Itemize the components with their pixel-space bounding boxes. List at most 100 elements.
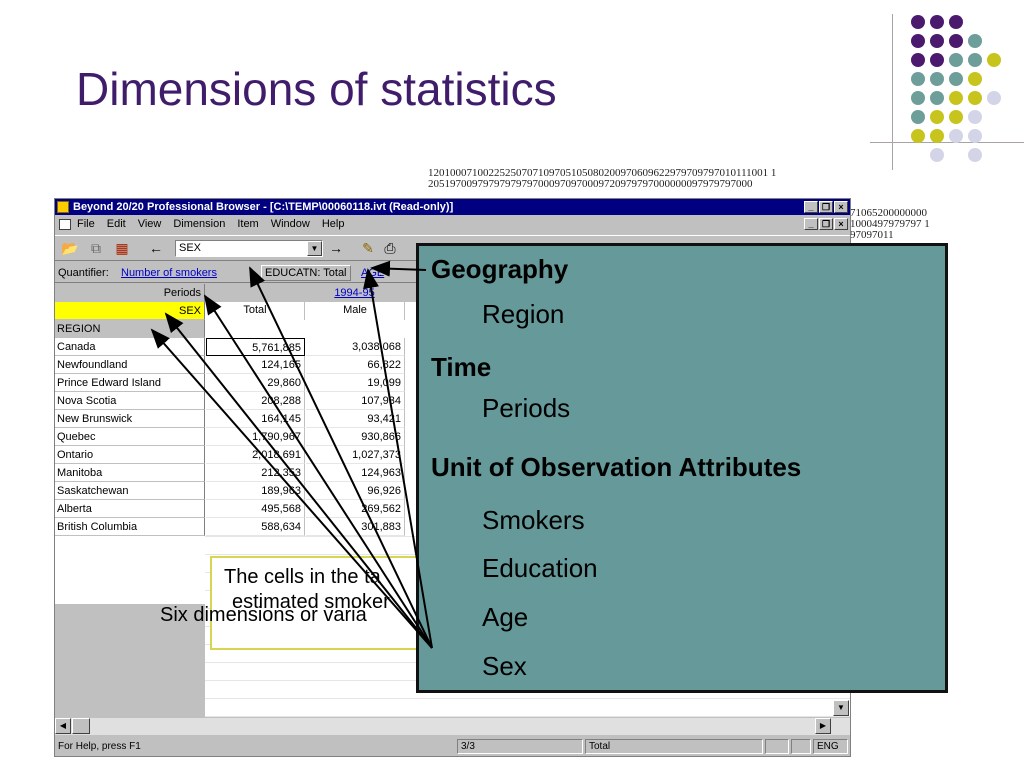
male-cell[interactable]: 107,934 (306, 392, 405, 410)
scroll-thumb[interactable] (72, 718, 90, 734)
total-cell[interactable]: 208,288 (206, 392, 305, 410)
menu-window[interactable]: Window (271, 216, 310, 233)
grid-line (205, 716, 850, 717)
note-line-1: The cells in the ta (224, 566, 381, 588)
decorative-dot (911, 15, 925, 29)
status-help-text: For Help, press F1 (58, 741, 141, 752)
male-cell[interactable]: 124,963 (306, 464, 405, 482)
age-dimension-value: : T (379, 267, 392, 279)
region-row-label[interactable]: British Columbia (55, 518, 205, 536)
total-cell[interactable]: 124,165 (206, 356, 305, 374)
education-dimension[interactable]: EDUCATN: Total (261, 265, 351, 281)
region-row-label[interactable]: Alberta (55, 500, 205, 518)
six-dimensions-caption: Six dimensions or varia (160, 604, 367, 626)
binary-code-text: 1201000710022525070710970510508020097060… (428, 168, 1024, 190)
horizontal-scrollbar[interactable]: ◀ ▶ ▼ (55, 700, 850, 735)
total-cell[interactable]: 164,145 (206, 410, 305, 428)
heading-attributes: Unit of Observation Attributes (431, 452, 802, 482)
male-cell[interactable]: 930,866 (306, 428, 405, 446)
status-item: Total (585, 739, 763, 754)
region-row-label[interactable]: Newfoundland (55, 356, 205, 374)
menu-item[interactable]: Item (237, 216, 258, 233)
region-row-label[interactable]: Manitoba (55, 464, 205, 482)
arrow-left-icon[interactable]: ← (147, 240, 165, 256)
region-header[interactable]: REGION (55, 320, 205, 338)
decorative-dot (987, 91, 1001, 105)
total-cell[interactable]: 29,860 (206, 374, 305, 392)
minimize-button[interactable]: _ (804, 201, 818, 213)
binary-line: 97097011 (850, 229, 894, 241)
menu-help[interactable]: Help (322, 216, 345, 233)
chart-icon[interactable]: ▦ (113, 240, 131, 256)
male-cell[interactable]: 1,027,373 (306, 446, 405, 464)
scroll-right-icon[interactable]: ▶ (815, 718, 831, 734)
total-cell[interactable]: 2,018,691 (206, 446, 305, 464)
region-row-label[interactable]: Saskatchewan (55, 482, 205, 500)
region-row-label[interactable]: Canada (55, 338, 205, 356)
menu-file[interactable]: File (77, 216, 95, 233)
region-row-label[interactable]: Ontario (55, 446, 205, 464)
column-header-male[interactable]: Male (306, 302, 405, 320)
male-cell[interactable]: 96,926 (306, 482, 405, 500)
decorative-dot (911, 91, 925, 105)
arrow-right-icon[interactable]: → (327, 240, 345, 256)
male-cell[interactable]: 66,822 (306, 356, 405, 374)
item-age: Age (482, 602, 529, 632)
menu-edit[interactable]: Edit (107, 216, 126, 233)
total-cell[interactable]: 495,568 (206, 500, 305, 518)
restore-button[interactable]: ❐ (819, 201, 833, 213)
total-cell[interactable]: 5,761,885 (206, 338, 305, 356)
male-cell[interactable]: 3,038,068 (306, 338, 405, 356)
scroll-left-icon[interactable]: ◀ (55, 718, 71, 734)
decorative-dot (968, 53, 982, 67)
total-cell[interactable]: 1,790,967 (206, 428, 305, 446)
status-pane-empty (791, 739, 811, 754)
chevron-down-icon[interactable]: ▼ (307, 241, 322, 256)
decorative-dot (930, 53, 944, 67)
region-row-label[interactable]: Quebec (55, 428, 205, 446)
male-cell[interactable]: 301,883 (306, 518, 405, 536)
binary-line: 2051970097979797979700097097000972097979… (428, 178, 753, 190)
quantifier-link[interactable]: Number of smokers (121, 263, 217, 283)
region-row-label[interactable]: New Brunswick (55, 410, 205, 428)
dimension-combo[interactable]: SEX ▼ (175, 240, 323, 257)
sex-header[interactable]: SEX (55, 302, 205, 320)
document-icon (59, 219, 71, 230)
column-header-total[interactable]: Total (206, 302, 305, 320)
male-cell[interactable]: 19,099 (306, 374, 405, 392)
total-cell[interactable]: 189,963 (206, 482, 305, 500)
window-title: Beyond 20/20 Professional Browser - [C:\… (73, 201, 454, 213)
doc-restore-button[interactable]: ❐ (819, 218, 833, 230)
decorative-dot (968, 72, 982, 86)
doc-minimize-button[interactable]: _ (804, 218, 818, 230)
menu-view[interactable]: View (138, 216, 162, 233)
region-row-label[interactable]: Prince Edward Island (55, 374, 205, 392)
menu-dimension[interactable]: Dimension (173, 216, 225, 233)
total-cell[interactable]: 212,353 (206, 464, 305, 482)
status-bar: For Help, press F1 3/3 Total ENG (55, 737, 850, 756)
close-button[interactable]: × (834, 201, 848, 213)
decorative-dot (930, 129, 944, 143)
decorative-dot (911, 53, 925, 67)
total-cell[interactable]: 588,634 (206, 518, 305, 536)
open-folder-icon[interactable]: 📂 (61, 240, 79, 256)
pencil-icon[interactable]: ✎ (359, 240, 377, 256)
menu-bar: File Edit View Dimension Item Window Hel… (55, 216, 850, 233)
male-cell[interactable]: 269,562 (306, 500, 405, 518)
periods-header[interactable]: Periods (55, 284, 205, 302)
status-language: ENG (813, 739, 848, 754)
printer-icon[interactable]: ⎙ (381, 240, 399, 256)
decorative-dot (911, 129, 925, 143)
region-row-label[interactable]: Nova Scotia (55, 392, 205, 410)
decorative-dot (911, 72, 925, 86)
decorative-dot (968, 91, 982, 105)
window-title-bar[interactable]: Beyond 20/20 Professional Browser - [C:\… (55, 199, 850, 215)
decorative-dot (968, 110, 982, 124)
male-cell[interactable]: 93,421 (306, 410, 405, 428)
quantifier-label: Quantifier: (58, 267, 109, 279)
period-value-link[interactable]: 1994-95 (305, 284, 404, 302)
doc-close-button[interactable]: × (834, 218, 848, 230)
scroll-down-icon[interactable]: ▼ (833, 700, 849, 716)
decorative-dot (911, 110, 925, 124)
copy-icon[interactable]: ⧉ (87, 240, 105, 256)
